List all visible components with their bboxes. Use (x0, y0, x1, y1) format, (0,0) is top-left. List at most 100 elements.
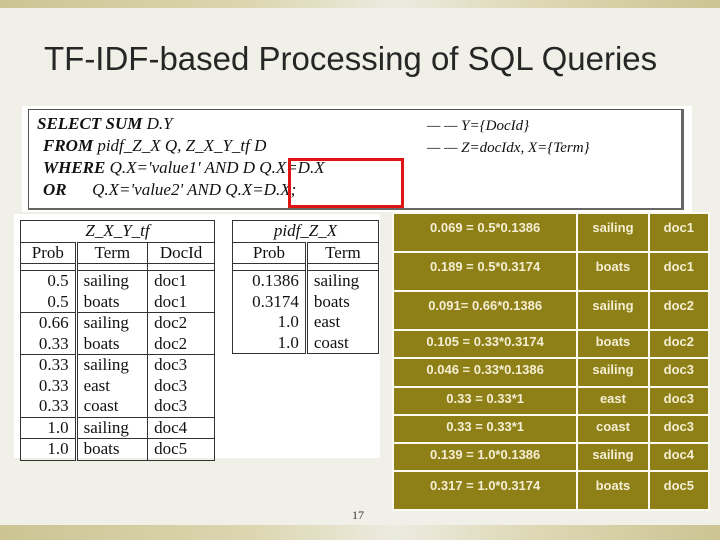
sql-comment-y: — — Y={DocId} (427, 118, 530, 134)
cell-prob: 1.0 (232, 332, 308, 354)
column-header-prob: Prob (232, 241, 308, 264)
cell-term: boats (75, 333, 149, 355)
cell-term: coast (305, 332, 380, 354)
cell-docid: doc2 (147, 312, 215, 334)
cell-docid: doc2 (649, 331, 708, 357)
cell-docid: doc4 (147, 416, 215, 439)
table-row: 1.0 coast (232, 332, 380, 354)
table-row: 1.0 sailing doc4 (20, 416, 215, 439)
result-row: 0.189 = 0.5*0.3174 boats doc1 (394, 253, 708, 290)
cell-score-formula: 0.091= 0.66*0.1386 (394, 292, 577, 329)
cell-score-formula: 0.317 = 1.0*0.3174 (394, 472, 577, 509)
cell-term: sailing (305, 270, 380, 292)
join-condition-highlight (288, 158, 404, 208)
cell-docid: doc3 (147, 375, 215, 396)
slide-title: TF-IDF-based Processing of SQL Queries (44, 40, 658, 77)
bottom-decorative-band (0, 525, 720, 540)
cell-score-formula: 0.189 = 0.5*0.3174 (394, 253, 577, 290)
cell-docid: doc3 (649, 388, 708, 414)
cell-term: coast (75, 396, 149, 417)
column-header-docid: DocId (147, 241, 215, 264)
column-header-prob: Prob (20, 241, 78, 264)
column-header-term: Term (75, 241, 149, 264)
page-number: 17 (352, 508, 364, 522)
cell-prob: 1.0 (20, 438, 78, 461)
source-tables-panel: Z_X_Y_tf Prob Term DocId 0.5 sailing doc1 0… (14, 214, 380, 461)
cell-docid: doc5 (649, 472, 708, 509)
table-row: 1.0 boats doc5 (20, 438, 215, 461)
cell-score-formula: 0.046 = 0.33*0.1386 (394, 359, 577, 386)
cell-docid: doc1 (147, 291, 215, 313)
sql-query-box: SELECT SUM D.Y FROM pidf_Z_X Q, Z_X_Y_tf… (28, 109, 684, 210)
cell-docid: doc3 (147, 396, 215, 417)
table-row: 1.0 east (232, 312, 380, 333)
cell-term: east (305, 312, 380, 333)
result-row: 0.105 = 0.33*0.3174 boats doc2 (394, 331, 708, 357)
table-row: 0.33 coast doc3 (20, 396, 215, 417)
cell-term: sailing (75, 270, 149, 292)
cell-term: boats (75, 291, 149, 313)
cell-docid: doc1 (147, 270, 215, 292)
table-caption: Z_X_Y_tf (20, 220, 215, 243)
cell-term: sailing (75, 416, 149, 439)
cell-docid: doc1 (649, 214, 708, 251)
result-row: 0.33 = 0.33*1 east doc3 (394, 388, 708, 414)
cell-docid: doc2 (147, 333, 215, 355)
cell-term: boats (578, 253, 648, 290)
cell-term: sailing (578, 444, 648, 470)
table-row: 0.33 sailing doc3 (20, 354, 215, 376)
z-x-y-tf-table: Z_X_Y_tf Prob Term DocId 0.5 sailing doc1 0… (20, 220, 215, 461)
cell-prob: 0.5 (20, 291, 78, 313)
cell-prob: 0.1386 (232, 270, 308, 292)
cell-score-formula: 0.33 = 0.33*1 (394, 388, 577, 414)
cell-prob: 0.66 (20, 312, 78, 334)
cell-docid: doc3 (649, 359, 708, 386)
cell-prob: 1.0 (232, 312, 308, 333)
table-row: 0.3174 boats (232, 291, 380, 312)
result-row: 0.317 = 1.0*0.3174 boats doc5 (394, 472, 708, 509)
sql-line-or: OR Q.X='value2' AND Q.X=D.X; (43, 180, 297, 199)
cell-docid: doc4 (649, 444, 708, 470)
cell-docid: doc3 (649, 416, 708, 442)
cell-score-formula: 0.33 = 0.33*1 (394, 416, 577, 442)
sql-query-panel: SELECT SUM D.Y FROM pidf_Z_X Q, Z_X_Y_tf… (22, 106, 692, 212)
cell-prob: 0.33 (20, 396, 78, 417)
cell-term: boats (75, 438, 149, 461)
cell-score-formula: 0.105 = 0.33*0.3174 (394, 331, 577, 357)
cell-docid: doc3 (147, 354, 215, 376)
cell-term: sailing (75, 354, 149, 376)
cell-docid: doc1 (649, 253, 708, 290)
cell-prob: 1.0 (20, 416, 78, 439)
cell-prob: 0.5 (20, 270, 78, 292)
cell-prob: 0.33 (20, 375, 78, 396)
cell-prob: 0.33 (20, 333, 78, 355)
cell-term: east (75, 375, 149, 396)
cell-term: coast (578, 416, 648, 442)
cell-prob: 0.3174 (232, 291, 308, 312)
sql-line-select: SELECT SUM D.Y (37, 114, 173, 133)
table-row: 0.5 boats doc1 (20, 291, 215, 313)
result-row: 0.091= 0.66*0.1386 sailing doc2 (394, 292, 708, 329)
cell-docid: doc5 (147, 438, 215, 461)
sql-line-where: WHERE Q.X='value1' AND D Q.X=D.X (43, 158, 325, 177)
table-row: 0.5 sailing doc1 (20, 270, 215, 292)
cell-term: boats (578, 331, 648, 357)
sql-comment-z-x: — — Z=docIdx, X={Term} (427, 140, 590, 156)
cell-term: sailing (75, 312, 149, 334)
tfidf-result-table: 0.069 = 0.5*0.1386 sailing doc1 0.189 = 0.5… (392, 212, 710, 511)
table-row: 0.66 sailing doc2 (20, 312, 215, 334)
pidf-z-x-table: pidf_Z_X Prob Term 0.1386 sailing 0.3174 bo… (232, 220, 380, 354)
cell-prob: 0.33 (20, 354, 78, 376)
cell-term: east (578, 388, 648, 414)
table-row: 0.33 boats doc2 (20, 333, 215, 355)
table-caption: pidf_Z_X (232, 220, 379, 243)
result-row: 0.069 = 0.5*0.1386 sailing doc1 (394, 214, 708, 251)
cell-score-formula: 0.069 = 0.5*0.1386 (394, 214, 577, 251)
result-row: 0.33 = 0.33*1 coast doc3 (394, 416, 708, 442)
cell-term: boats (578, 472, 648, 509)
cell-term: sailing (578, 292, 648, 329)
result-row: 0.139 = 1.0*0.1386 sailing doc4 (394, 444, 708, 470)
table-row: 0.1386 sailing (232, 270, 380, 292)
cell-score-formula: 0.139 = 1.0*0.1386 (394, 444, 577, 470)
table-row: 0.33 east doc3 (20, 375, 215, 396)
